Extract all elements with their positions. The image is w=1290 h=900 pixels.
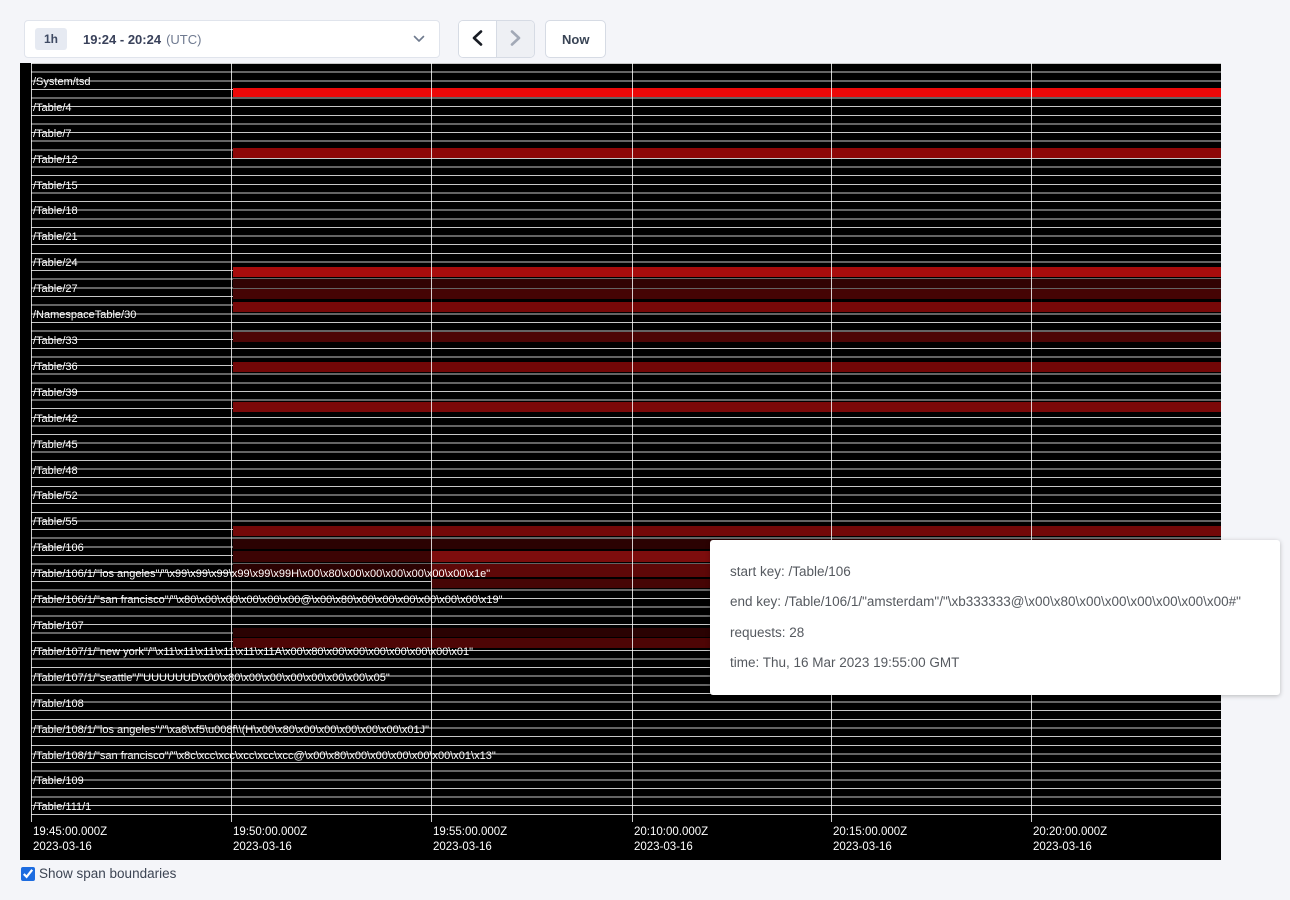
chevron-left-icon	[472, 30, 483, 49]
axis-tick-time: 19:55:00.000Z	[433, 825, 507, 840]
heatmap-row-label: /Table/108	[33, 698, 84, 711]
axis-tick-time: 20:15:00.000Z	[833, 825, 907, 840]
heatmap-band[interactable]	[233, 402, 1221, 412]
now-button[interactable]: Now	[545, 20, 606, 58]
axis-tick-date: 2023-03-16	[833, 840, 907, 855]
timezone-label: (UTC)	[166, 32, 201, 47]
axis-tick: 20:20:00.000Z2023-03-16	[1033, 825, 1107, 855]
tooltip-time: time: Thu, 16 Mar 2023 19:55:00 GMT	[730, 654, 1260, 672]
heatmap-band[interactable]	[233, 526, 1221, 536]
axis-tick-time: 20:10:00.000Z	[634, 825, 708, 840]
heatmap-row-label: /Table/109	[33, 775, 84, 788]
heatmap-row-label: /Table/55	[33, 516, 78, 529]
heatmap-row-label: /Table/12	[33, 154, 78, 167]
show-span-boundaries-control: Show span boundaries	[21, 866, 176, 881]
heatmap-band[interactable]	[233, 279, 1221, 288]
heatmap-row-label: /System/tsd	[33, 76, 90, 89]
heatmap-row-label: /Table/18	[33, 205, 78, 218]
time-gridline	[231, 63, 232, 822]
axis-tick-time: 19:50:00.000Z	[233, 825, 307, 840]
heatmap-row-label: /Table/15	[33, 180, 78, 193]
axis-tick: 19:55:00.000Z2023-03-16	[433, 825, 507, 855]
heatmap-band[interactable]	[233, 289, 1221, 299]
heatmap-row-label: /Table/107/1/"seattle"/"UUUUUUD\x00\x80\…	[33, 672, 390, 685]
heatmap-row-label: /Table/48	[33, 465, 78, 478]
span-boundary-lines	[31, 63, 1221, 822]
axis-tick: 20:10:00.000Z2023-03-16	[634, 825, 708, 855]
time-gridline	[831, 63, 832, 822]
time-range-label: 19:24 - 20:24	[83, 32, 161, 47]
heatmap-row-label: /Table/52	[33, 490, 78, 503]
heatmap-band[interactable]	[233, 362, 1221, 372]
heatmap-band[interactable]	[233, 148, 1221, 158]
heatmap-row-label: /Table/108/1/"los angeles"/"\xa8\xf5\u00…	[33, 724, 429, 737]
heatmap-band[interactable]	[233, 332, 1221, 342]
axis-tick-date: 2023-03-16	[634, 840, 708, 855]
show-span-boundaries-label[interactable]: Show span boundaries	[39, 866, 176, 881]
heatmap-row-label: /Table/106	[33, 542, 84, 555]
key-visualizer-page: 1h 19:24 - 20:24 (UTC) Now 19:45:00.000Z…	[0, 0, 1290, 900]
heatmap-row-label: /Table/111/1	[33, 801, 91, 814]
tooltip-end-key: end key: /Table/106/1/"amsterdam"/"\xb33…	[730, 593, 1260, 611]
previous-interval-button[interactable]	[459, 21, 496, 57]
axis-tick-date: 2023-03-16	[1033, 840, 1107, 855]
heatmap-band[interactable]	[233, 302, 1221, 312]
axis-tick: 19:50:00.000Z2023-03-16	[233, 825, 307, 855]
next-interval-button[interactable]	[496, 21, 534, 57]
cell-tooltip: start key: /Table/106 end key: /Table/10…	[710, 540, 1280, 695]
heatmap-row-label: /Table/107	[33, 620, 84, 633]
time-gridline	[431, 63, 432, 822]
heatmap-row-label: /Table/27	[33, 283, 78, 296]
chevron-down-icon	[413, 35, 425, 43]
axis-tick: 19:45:00.000Z2023-03-16	[33, 825, 107, 855]
axis-tick: 20:15:00.000Z2023-03-16	[833, 825, 907, 855]
show-span-boundaries-checkbox[interactable]	[21, 867, 35, 881]
heatmap-row-label: /Table/36	[33, 361, 78, 374]
axis-tick-time: 20:20:00.000Z	[1033, 825, 1107, 840]
heatmap-row-label: /Table/4	[33, 102, 72, 115]
time-range-select[interactable]: 1h 19:24 - 20:24 (UTC)	[24, 20, 440, 58]
heatmap-row-label: /Table/33	[33, 335, 78, 348]
heatmap-band[interactable]	[233, 564, 431, 577]
axis-tick-date: 2023-03-16	[433, 840, 507, 855]
heatmap-row-label: /Table/7	[33, 128, 72, 141]
tooltip-start-key: start key: /Table/106	[730, 563, 1260, 581]
heatmap-band[interactable]	[233, 88, 1221, 97]
duration-badge: 1h	[35, 28, 67, 50]
time-gridline	[1031, 63, 1032, 822]
chevron-right-icon	[510, 30, 521, 49]
heatmap-row-label: /Table/106/1/"san francisco"/"\x80\x00\x…	[33, 594, 503, 607]
heatmap-row-label: /Table/21	[33, 231, 78, 244]
heatmap-row-label: /Table/42	[33, 413, 78, 426]
tooltip-requests: requests: 28	[730, 624, 1260, 642]
heatmap-row-label: /Table/24	[33, 257, 78, 270]
axis-tick-time: 19:45:00.000Z	[33, 825, 107, 840]
heatmap-band[interactable]	[233, 267, 1221, 277]
heatmap-row-label: /Table/45	[33, 439, 78, 452]
keyvis-heatmap[interactable]: 19:45:00.000Z2023-03-1619:50:00.000Z2023…	[20, 63, 1221, 860]
heatmap-row-label: /Table/39	[33, 387, 78, 400]
heatmap-row-label: /Table/108/1/"san francisco"/"\x8c\xcc\x…	[33, 750, 496, 763]
time-nav-group	[458, 20, 535, 58]
heatmap-row-label: /NamespaceTable/30	[33, 309, 136, 322]
time-gridline	[632, 63, 633, 822]
axis-tick-date: 2023-03-16	[33, 840, 107, 855]
axis-tick-date: 2023-03-16	[233, 840, 307, 855]
heatmap-band[interactable]	[233, 551, 431, 562]
time-gridline	[31, 63, 32, 822]
